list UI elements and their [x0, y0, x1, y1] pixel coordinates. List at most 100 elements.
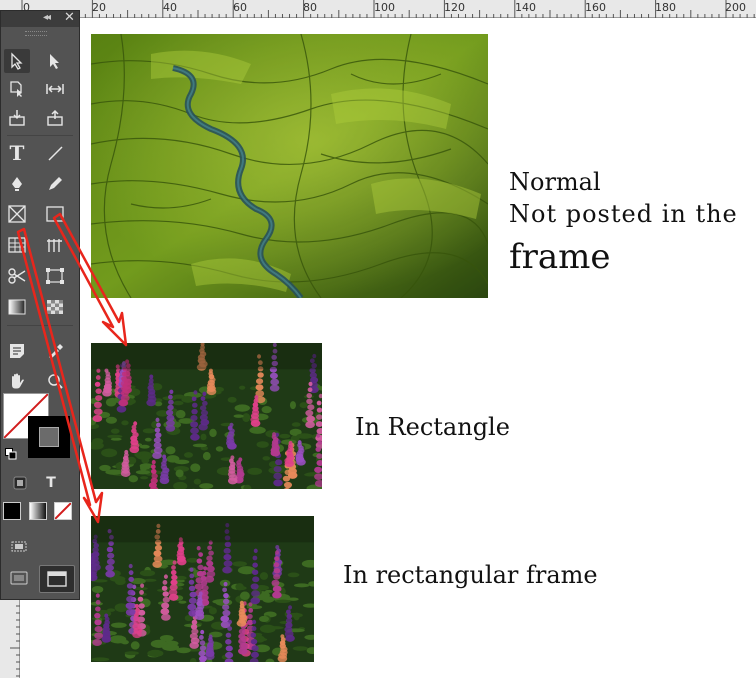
- top-shade: [91, 343, 322, 370]
- leaf: [288, 597, 299, 601]
- terrace-photo: [91, 34, 488, 298]
- view-mode-icon: [11, 541, 27, 552]
- caption-rect-frame: In rectangular frame: [343, 561, 598, 589]
- leaf: [299, 402, 308, 409]
- leaf: [193, 478, 202, 485]
- leaf: [227, 396, 237, 403]
- leaf: [279, 433, 291, 439]
- tools-panel-header[interactable]: ◂◂ ✕: [1, 10, 79, 27]
- rectangle-frame-tool[interactable]: [4, 202, 30, 226]
- content-placer-tool[interactable]: [42, 106, 68, 130]
- type-tool[interactable]: T: [4, 141, 30, 165]
- leaf: [275, 599, 291, 603]
- leaf: [259, 572, 269, 580]
- pen-icon: [12, 177, 22, 191]
- gap-tool[interactable]: [42, 77, 68, 101]
- ruler-label-100: 100: [374, 1, 395, 14]
- ruler-label-80: 80: [303, 1, 317, 14]
- scissors-tool[interactable]: [4, 264, 30, 288]
- leaf: [293, 612, 300, 621]
- direct-selection-arrow-icon: [50, 54, 59, 69]
- leaf: [119, 640, 128, 644]
- leaf: [242, 413, 251, 423]
- leaf: [105, 416, 117, 424]
- tools-panel[interactable]: ◂◂ ✕ T T: [0, 10, 80, 600]
- leaf: [91, 657, 110, 662]
- formatting-affects-container-button[interactable]: [9, 473, 31, 493]
- lupine-image-rect-frame[interactable]: [91, 516, 314, 662]
- close-panel-icon[interactable]: ✕: [64, 10, 75, 25]
- free-transform-tool[interactable]: [42, 264, 68, 288]
- lupine-photo-rectangle: [91, 343, 322, 489]
- gradient-swatch-icon: [8, 299, 26, 315]
- leaf: [165, 446, 176, 455]
- ruler-label-40: 40: [163, 1, 177, 14]
- gradient-feather-icon: [47, 300, 63, 314]
- content-collector-icon: [9, 110, 25, 126]
- leaf: [175, 469, 184, 478]
- presentation-mode-button[interactable]: [8, 568, 30, 588]
- leaf: [140, 476, 149, 480]
- selection-tool[interactable]: [4, 49, 30, 73]
- leaf: [249, 426, 266, 434]
- leaf: [259, 624, 276, 634]
- leaf: [296, 433, 313, 439]
- horizontal-ruler[interactable]: 0 20 40 60 80 100 120 140 160 180 200: [0, 0, 756, 18]
- presentation-icon: [10, 571, 28, 585]
- apply-none-button[interactable]: [54, 502, 72, 520]
- pencil-icon: [49, 177, 62, 190]
- zoom-tool[interactable]: [42, 369, 68, 393]
- leaf: [289, 401, 296, 410]
- grid-tool[interactable]: [42, 233, 68, 257]
- leaf: [232, 561, 247, 567]
- leaf: [262, 456, 271, 461]
- leaf: [110, 622, 127, 628]
- rectangle-tool[interactable]: [42, 202, 68, 226]
- rectangle-frame-icon: [8, 205, 26, 223]
- content-collector-tool[interactable]: [4, 106, 30, 130]
- container-icon: [13, 476, 27, 490]
- pencil-tool[interactable]: [42, 172, 68, 196]
- hand-tool[interactable]: [4, 369, 30, 393]
- leaf: [162, 643, 180, 651]
- scissors-icon: [8, 268, 26, 284]
- leaf: [130, 641, 140, 650]
- toolbox-divider: [7, 325, 73, 326]
- leaf: [202, 451, 211, 461]
- screen-mode-icon: [47, 571, 67, 587]
- apply-color-button[interactable]: [3, 502, 21, 520]
- ruler-label-60: 60: [233, 1, 247, 14]
- leaf: [199, 483, 214, 489]
- default-fill-stroke-icon[interactable]: [5, 445, 17, 460]
- apply-gradient-button[interactable]: [29, 502, 47, 520]
- gradient-swatch-tool[interactable]: [4, 295, 30, 319]
- direct-selection-tool[interactable]: [42, 49, 68, 73]
- leaf: [215, 446, 224, 452]
- leaf: [292, 646, 309, 651]
- ruler-label-140: 140: [515, 1, 536, 14]
- table-icon: [8, 237, 26, 253]
- leaf: [234, 404, 251, 412]
- note-tool[interactable]: [4, 339, 30, 363]
- leaf: [264, 589, 273, 593]
- ruler-label-160: 160: [585, 1, 606, 14]
- stroke-swatch[interactable]: [28, 416, 70, 458]
- page-tool[interactable]: [4, 77, 30, 101]
- caption-rectangle: In Rectangle: [355, 413, 510, 441]
- lupine-image-rectangle[interactable]: [91, 343, 322, 489]
- stroke-swatch-inner: [39, 427, 59, 447]
- leaf: [175, 409, 186, 419]
- view-mode-button[interactable]: [8, 536, 30, 556]
- table-tool[interactable]: [4, 233, 30, 257]
- screen-mode-button[interactable]: [39, 565, 75, 593]
- eyedropper-tool[interactable]: [42, 339, 68, 363]
- leaf: [192, 443, 207, 448]
- pen-tool[interactable]: [4, 172, 30, 196]
- formatting-affects-text-button[interactable]: T: [40, 473, 62, 493]
- panel-grip[interactable]: [25, 31, 47, 36]
- rectangle-icon: [46, 206, 64, 222]
- collapse-panel-icon[interactable]: ◂◂: [43, 12, 51, 23]
- terrace-image-normal[interactable]: [91, 34, 488, 298]
- gradient-feather-tool[interactable]: [42, 295, 68, 319]
- line-tool[interactable]: [42, 141, 68, 165]
